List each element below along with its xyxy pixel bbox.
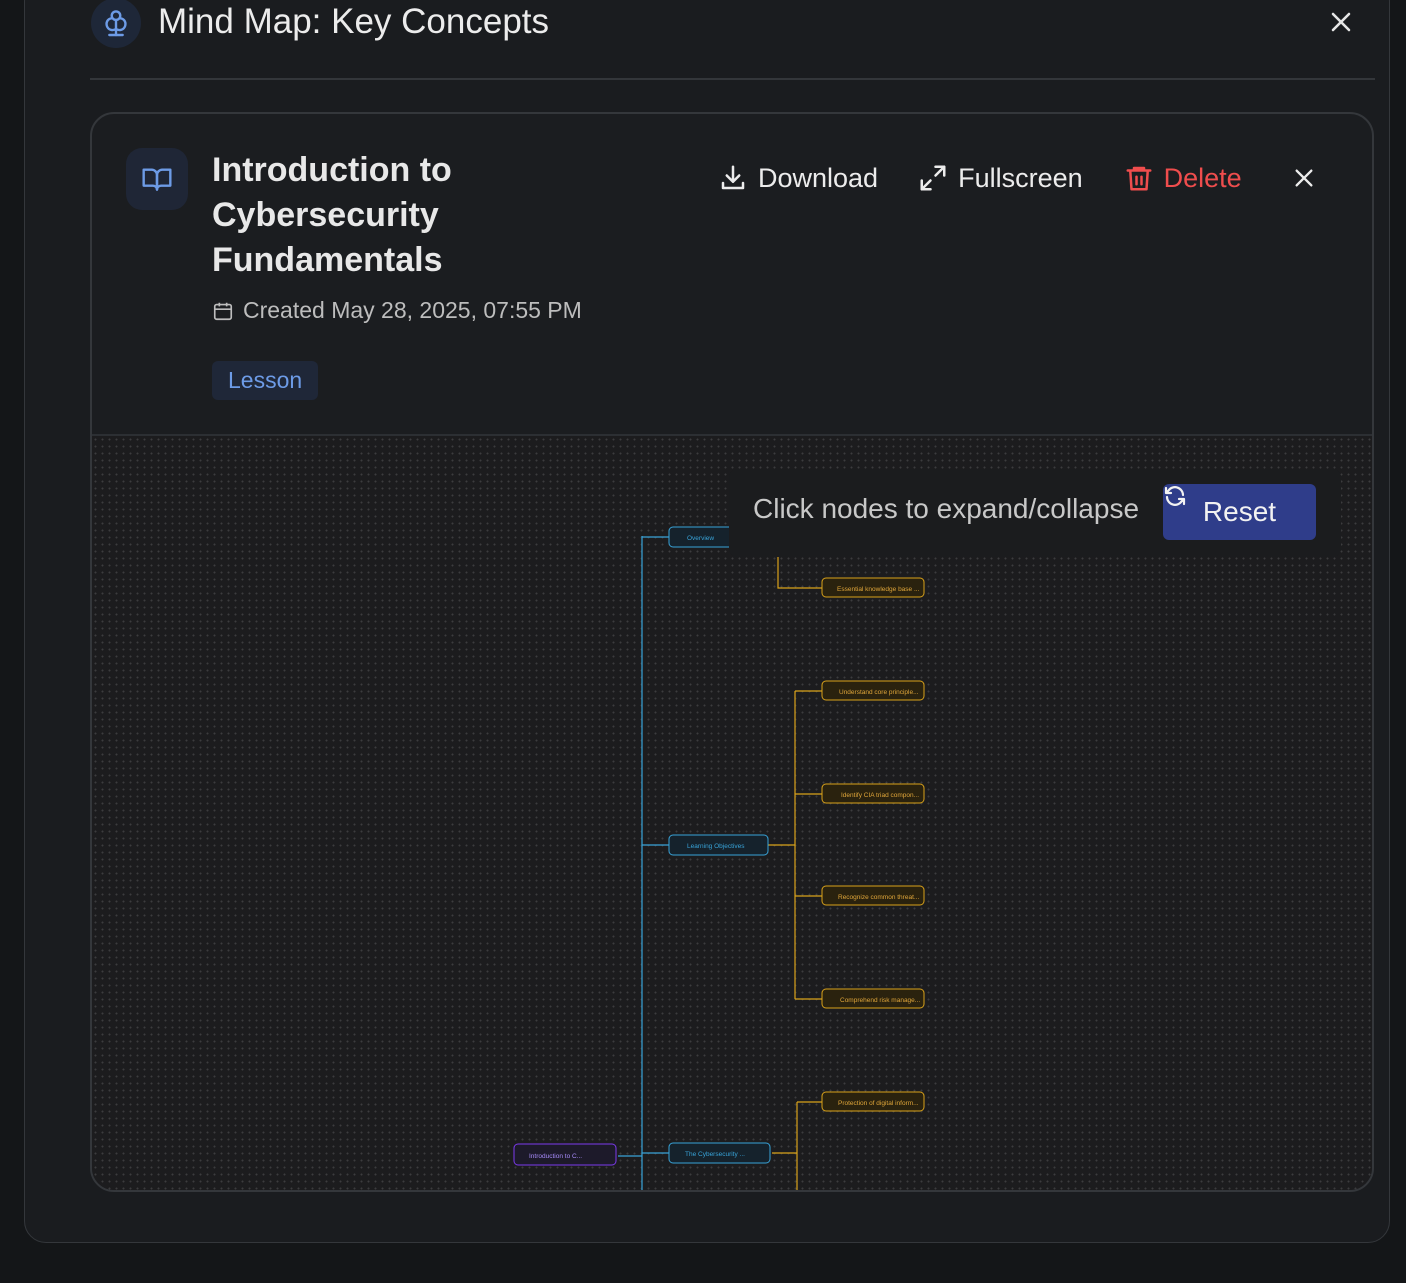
card-title-line: Introduction to xyxy=(212,151,452,189)
download-button[interactable]: Download xyxy=(718,163,878,194)
divider xyxy=(90,78,1375,80)
expand-icon xyxy=(920,165,946,191)
node-label: Protection of digital inform... xyxy=(838,1100,919,1107)
node-learning-objectives[interactable]: Learning Objectives xyxy=(668,834,769,856)
node-root-label: Introduction to C... xyxy=(529,1153,582,1160)
created-date: Created May 28, 2025, 07:55 PM xyxy=(212,297,582,324)
canvas-controls: Click nodes to expand/collapse Reset xyxy=(729,469,1341,557)
trash-icon xyxy=(1126,166,1152,191)
node-overview-child[interactable]: Essential knowledge base ... xyxy=(821,577,925,598)
node-landscape-label: The Cybersecurity ... xyxy=(685,1151,745,1158)
reset-label: Reset xyxy=(1202,496,1277,527)
lesson-tag: Lesson xyxy=(212,361,319,400)
node-objective[interactable]: Identify CIA triad compon... xyxy=(821,783,925,804)
card-title-line: Fundamentals xyxy=(212,241,443,279)
created-text: Created May 28, 2025, 07:55 PM xyxy=(243,297,582,323)
expand-collapse-hint: Click nodes to expand/collapse xyxy=(753,493,1140,524)
node-label: Understand core principle... xyxy=(839,689,919,696)
node-cybersecurity-landscape[interactable]: The Cybersecurity ... xyxy=(668,1142,771,1164)
close-icon xyxy=(1331,12,1351,32)
delete-label: Delete xyxy=(1163,162,1242,193)
card-title: Introduction to Cybersecurity Fundamenta… xyxy=(212,148,532,283)
fullscreen-label: Fullscreen xyxy=(958,162,1083,193)
node-objective[interactable]: Understand core principle... xyxy=(821,680,925,701)
mind-map-canvas[interactable]: Introduction to C... Overview Learning O… xyxy=(92,434,1372,1190)
node-objective[interactable]: Comprehend risk manage... xyxy=(821,988,925,1009)
card-actions: Download Fullscreen Delete xyxy=(718,160,1322,196)
card-close-button[interactable] xyxy=(1286,160,1322,196)
dialog-close-button[interactable] xyxy=(1323,4,1359,40)
mind-map-card: Introduction to Cybersecurity Fundamenta… xyxy=(90,112,1374,1192)
download-label: Download xyxy=(758,162,879,193)
reset-button[interactable]: Reset xyxy=(1163,484,1316,540)
node-overview-label: Overview xyxy=(687,535,714,542)
node-label: Comprehend risk manage... xyxy=(840,997,920,1004)
node-objective[interactable]: Recognize common threat... xyxy=(821,885,925,906)
mind-map-icon xyxy=(91,0,141,48)
mind-map-dialog: Mind Map: Key Concepts Introduction to C… xyxy=(24,0,1390,1243)
node-label: Recognize common threat... xyxy=(838,894,919,901)
node-learning-objectives-label: Learning Objectives xyxy=(687,843,745,850)
close-icon xyxy=(1295,169,1313,187)
node-landscape-child[interactable]: Protection of digital inform... xyxy=(821,1091,925,1112)
refresh-icon xyxy=(1164,486,1186,506)
card-title-line: Cybersecurity xyxy=(212,196,439,234)
node-label: Identify CIA triad compon... xyxy=(841,792,919,799)
fullscreen-button[interactable]: Fullscreen xyxy=(918,163,1083,194)
download-icon xyxy=(721,165,745,190)
calendar-icon xyxy=(213,302,233,320)
dialog-title: Mind Map: Key Concepts xyxy=(158,2,550,41)
book-open-icon xyxy=(126,148,188,210)
node-label: Essential knowledge base ... xyxy=(837,586,920,593)
node-root[interactable]: Introduction to C... xyxy=(513,1143,617,1166)
delete-button[interactable]: Delete xyxy=(1124,163,1242,194)
